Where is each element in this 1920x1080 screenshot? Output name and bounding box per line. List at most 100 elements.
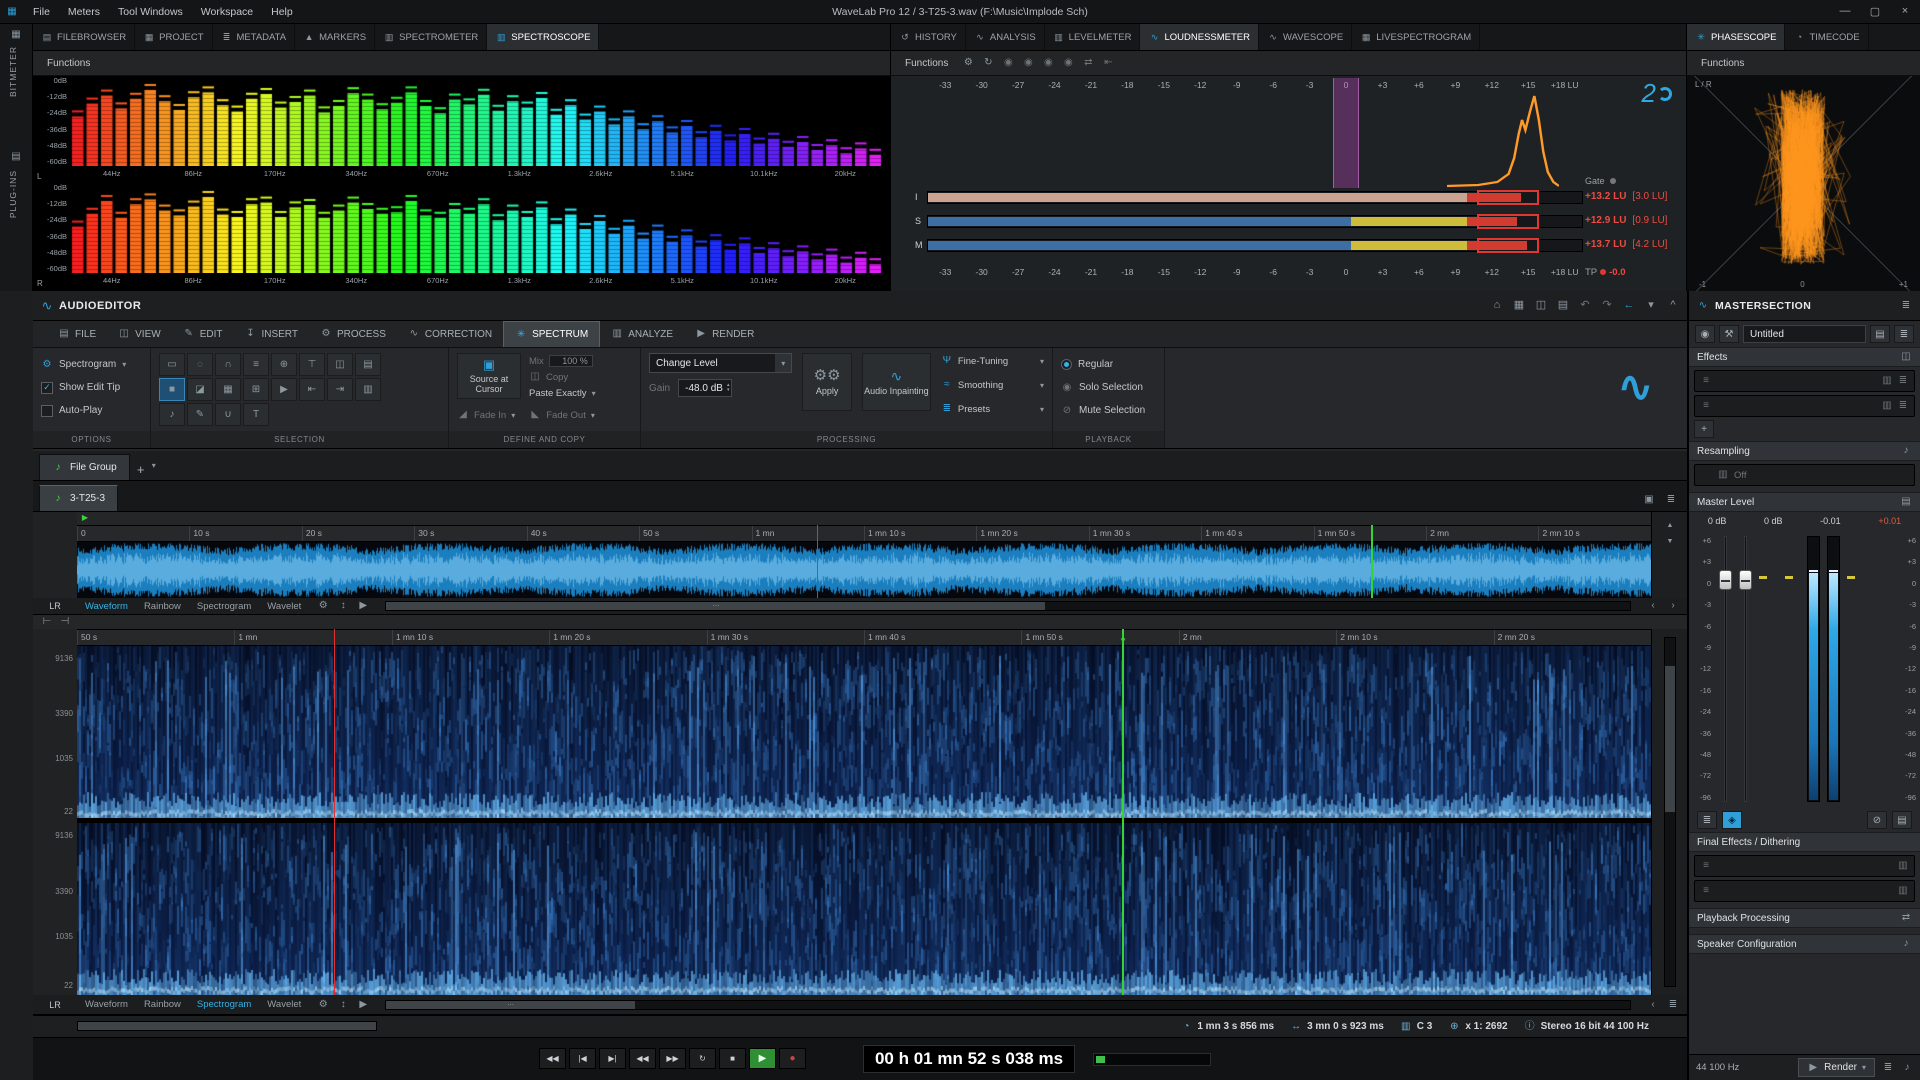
skip-start-icon[interactable]: ⇤ [1102,58,1114,68]
apply-button[interactable]: ⚙⚙ Apply [802,353,852,411]
panel-tab[interactable]: ▤FILEBROWSER [33,24,135,50]
audio-format-readout[interactable]: ⓘStereo 16 bit 44 100 Hz [1524,1021,1649,1032]
panel-tab[interactable]: ▥LEVELMETER [1045,24,1141,50]
panel-tab[interactable]: ▥SPECTROSCOPE [487,24,599,50]
file-length-readout[interactable]: ↔3 mn 0 s 923 ms [1290,1021,1384,1032]
meter-folder-button[interactable]: ▤ [1892,811,1912,829]
slot-level-icon[interactable]: ▥ [1881,376,1893,386]
overview-waveform[interactable] [77,542,1651,598]
menu-item[interactable]: Workspace [192,6,262,18]
plugins-tab[interactable]: PLUG-INS [8,170,18,218]
scrollbar-thumb[interactable] [78,1022,376,1030]
text-tool[interactable]: T [243,403,269,426]
show-edit-tip-checkbox[interactable]: ✓ Show Edit Tip [41,376,142,399]
meter-mode-icon[interactable]: ◉ [1022,58,1034,68]
maximize-button[interactable]: ▢ [1860,5,1890,18]
tab-menu-icon[interactable]: ≣ [1665,495,1677,505]
slot-menu-icon[interactable]: ≣ [1897,401,1909,411]
folder-icon[interactable]: ▤ [1557,300,1569,311]
slot-menu-icon[interactable]: ≣ [1897,376,1909,386]
scrollbar-thumb[interactable] [1665,666,1675,812]
final-effects-section-header[interactable]: Final Effects / Dithering [1689,832,1920,852]
bitmeter-tab[interactable]: BITMETER [8,46,18,97]
meter-mode-icon[interactable]: ◉ [1042,58,1054,68]
scroll-down-icon[interactable]: ▼ [1664,538,1676,545]
forward-button[interactable]: ▶▶ [659,1048,686,1069]
meter-menu-button[interactable]: ≣ [1697,811,1717,829]
power-button[interactable]: ◉ [1695,325,1715,343]
meter-mode-icon[interactable]: ◉ [1062,58,1074,68]
smoothing-dropdown[interactable]: ≈ Smoothing ▾ [941,377,1044,393]
fine-tuning-dropdown[interactable]: Ψ Fine-Tuning ▾ [941,353,1044,369]
view-tab[interactable]: Wavelet [259,999,309,1010]
fader-handle[interactable] [1719,570,1732,590]
effects-options-icon[interactable]: ◫ [1900,352,1912,362]
master-fader-left[interactable] [1719,536,1732,802]
playback-swap-icon[interactable]: ⇄ [1900,913,1912,923]
functions-menu[interactable]: Functions [899,56,954,71]
functions-menu[interactable]: Functions [1695,56,1750,71]
marquee-tool[interactable]: ▦ [215,378,241,401]
minimize-button[interactable]: — [1830,5,1860,18]
panel-tab[interactable]: ↺HISTORY [891,24,966,50]
paste-exactly-dropdown[interactable]: Paste Exactly ▾ [529,385,596,401]
scrollbar-thumb[interactable]: ⋯ [386,1001,635,1009]
speaker-configuration-section-header[interactable]: Speaker Configuration ♪ [1689,934,1920,954]
ribbon-tab[interactable]: ✎EDIT [172,321,234,347]
fader-handle[interactable] [1739,570,1752,590]
effects-section-header[interactable]: Effects ◫ [1689,347,1920,367]
dropdown-icon[interactable]: ▾ [1645,300,1657,311]
magnet-tool[interactable]: ∪ [215,403,241,426]
tab-options-icon[interactable]: ▣ [1643,495,1655,505]
speaker-icon[interactable]: ♪ [1900,939,1912,949]
regular-playback-radio[interactable]: Regular [1061,353,1156,376]
scroll-up-icon[interactable]: ▲ [1664,522,1676,529]
transport-level-bar[interactable] [1093,1053,1211,1066]
lasso-tool[interactable]: ◌ [187,353,213,376]
meter-mode-icon[interactable]: ◉ [1002,58,1014,68]
prev-edge-tool[interactable]: ⇤ [299,378,325,401]
next-edge-tool[interactable]: ⇥ [327,378,353,401]
audio-inpainting-button[interactable]: ∿ Audio Inpainting [862,353,931,411]
undo-icon[interactable]: ↶ [1579,300,1591,311]
panel-tab[interactable]: ∿WAVESCOPE [1259,24,1352,50]
grid-tool[interactable]: ⊞ [243,378,269,401]
auto-play-checkbox[interactable]: Auto-Play [41,399,142,422]
master-level-options-icon[interactable]: ▤ [1900,497,1912,507]
copy-region-tool[interactable]: ◫ [327,353,353,376]
monitor-speaker-icon[interactable]: ♪ [1901,1063,1913,1073]
resampling-options-icon[interactable]: ♪ [1900,446,1912,456]
effect-slot[interactable]: ≡ ▥≣ [1694,370,1915,392]
panel-tab[interactable]: ▦PROJECT [135,24,212,50]
swap-view-icon[interactable]: ↕ [337,601,349,611]
resampling-slot[interactable]: ▥ Off [1694,464,1915,486]
menu-item[interactable]: File [24,6,59,18]
presets-dropdown[interactable]: ≣ Presets ▾ [941,401,1044,417]
swap-view-icon[interactable]: ↕ [337,1000,349,1010]
cursor-left-anchor-icon[interactable]: ⊢ [41,617,53,627]
resampling-section-header[interactable]: Resampling ♪ [1689,441,1920,461]
prev-marker-button[interactable]: |◀ [569,1048,596,1069]
ribbon-tab[interactable]: ▥ANALYZE [600,321,684,347]
view-tab[interactable]: Rainbow [136,601,189,612]
view-tab[interactable]: Rainbow [136,999,189,1010]
ribbon-tab[interactable]: ✳SPECTRUM [503,321,600,347]
file-tab[interactable]: ♪ 3-T25-3 [39,485,118,511]
mute-selection-option[interactable]: ⊘ Mute Selection [1061,399,1156,422]
rewind-button[interactable]: ◀◀ [629,1048,656,1069]
view-tab[interactable]: Waveform [77,601,136,612]
menu-item[interactable]: Help [262,6,302,18]
menu-item[interactable]: Tool Windows [109,6,192,18]
ribbon-tab[interactable]: ⚙PROCESS [309,321,397,347]
scrollbar-thumb[interactable]: ⋯ [386,602,1045,610]
preset-menu-button[interactable]: ≣ [1894,325,1914,343]
final-effect-slot[interactable]: ≡ ▥ [1694,855,1915,877]
list-icon[interactable]: ≣ [1667,1000,1679,1010]
collapse-icon[interactable]: ^ [1667,300,1679,311]
functions-menu[interactable]: Functions [41,56,96,71]
headphones-tool[interactable]: ∩ [215,353,241,376]
master-fader-right[interactable] [1739,536,1752,802]
panel-tab[interactable]: ◔TIMECODE [1785,24,1868,50]
panel-tab[interactable]: ✳PHASESCOPE [1687,24,1785,50]
scroll-right-icon[interactable]: › [1667,601,1679,611]
